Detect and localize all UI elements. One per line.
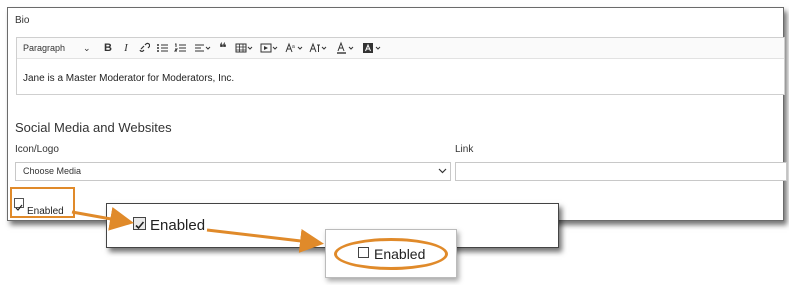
media-embed-icon[interactable] <box>260 41 280 55</box>
svg-text:a: a <box>292 44 295 50</box>
enabled-checkbox-unchecked[interactable] <box>358 247 369 258</box>
icon-logo-label: Icon/Logo <box>15 144 59 155</box>
link-icon[interactable] <box>138 41 150 55</box>
link-input[interactable] <box>455 162 787 181</box>
numbered-list-icon[interactable] <box>174 41 187 55</box>
special-characters-icon[interactable]: a <box>285 41 305 55</box>
bio-text[interactable]: Jane is a Master Moderator for Moderator… <box>23 73 234 84</box>
paragraph-select-label: Paragraph <box>23 43 66 53</box>
enabled-label-unchecked: Enabled <box>374 246 426 262</box>
enabled-checkbox-checked[interactable] <box>133 217 146 230</box>
highlight-color-icon[interactable] <box>362 41 384 55</box>
bold-icon[interactable]: B <box>103 41 113 55</box>
chevron-down-icon <box>438 166 447 177</box>
bio-label: Bio <box>15 15 30 26</box>
font-size-icon[interactable] <box>309 41 329 55</box>
choose-media-select[interactable]: Choose Media <box>15 162 451 181</box>
bulleted-list-icon[interactable] <box>156 41 169 55</box>
link-label: Link <box>455 144 474 155</box>
chevron-down-icon: ⌄ <box>83 43 91 53</box>
highlight-box <box>10 187 75 218</box>
bio-rich-text-editor[interactable]: Paragraph ⌄ B I ❝ a Jane is a Master Mod… <box>16 37 785 95</box>
align-icon[interactable] <box>194 41 212 55</box>
enabled-label-checked: Enabled <box>150 217 206 234</box>
bio-form-panel: Bio Paragraph ⌄ B I ❝ a Jane is a Master… <box>7 7 787 221</box>
editor-toolbar: Paragraph ⌄ B I ❝ a <box>17 38 784 59</box>
choose-media-value: Choose Media <box>23 166 82 176</box>
font-color-icon[interactable] <box>335 41 357 55</box>
italic-icon[interactable]: I <box>121 41 131 55</box>
table-icon[interactable] <box>235 41 255 55</box>
section-title: Social Media and Websites <box>15 120 172 135</box>
paragraph-format-select[interactable]: Paragraph ⌄ <box>23 41 91 55</box>
zoom-callout-unchecked: Enabled <box>325 229 457 278</box>
blockquote-icon[interactable]: ❝ <box>218 41 228 55</box>
